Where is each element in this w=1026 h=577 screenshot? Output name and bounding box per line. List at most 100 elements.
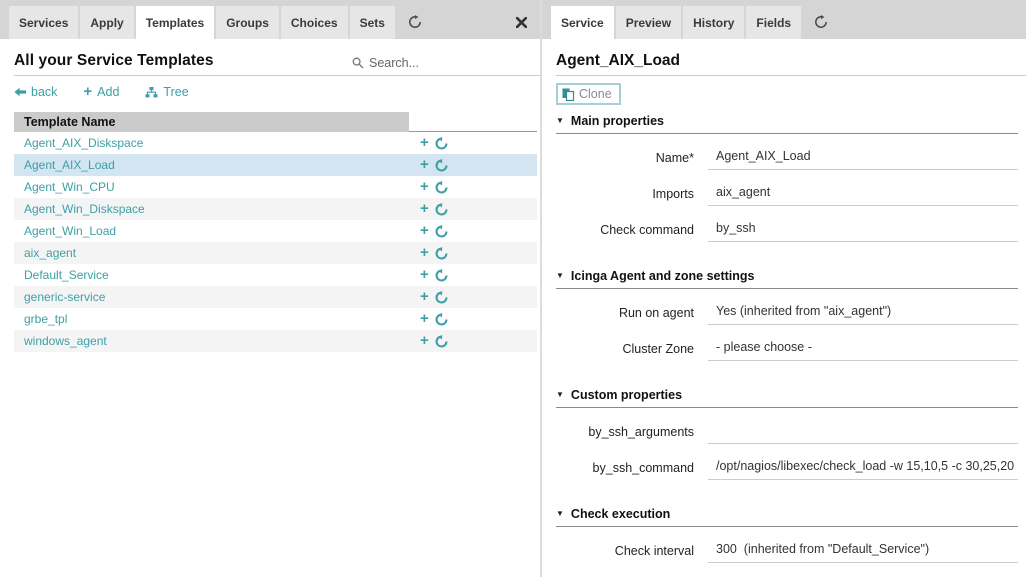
history-icon[interactable] [435,291,448,304]
row-actions: + [409,247,448,260]
run-on-agent-select[interactable]: Yes (inherited from "aix_agent") [708,300,1018,325]
check-interval-input[interactable]: 300 (inherited from "Default_Service") [708,538,1018,563]
template-link[interactable]: Agent_AIX_Diskspace [14,136,409,150]
template-link[interactable]: Agent_Win_CPU [14,180,409,194]
detail-content: Agent_AIX_Load Clone ▼ Main properties N… [542,52,1026,563]
imports-input[interactable]: aix_agent [708,181,1018,206]
history-icon[interactable] [435,247,448,260]
left-tabbar: Services Apply Templates Groups Choices … [0,0,540,39]
page-title: All your Service Templates [14,52,214,70]
template-link[interactable]: aix_agent [14,246,409,260]
add-icon[interactable]: + [420,159,429,171]
chevron-down-icon: ▼ [556,391,564,399]
table-row: Default_Service + [14,264,537,286]
tab-apply[interactable]: Apply [80,6,133,39]
back-label: back [31,85,57,99]
add-icon[interactable]: + [420,313,429,325]
close-icon[interactable] [516,17,527,28]
field-label: Cluster Zone [556,342,708,356]
section-header[interactable]: ▼ Icinga Agent and zone settings [556,269,1018,289]
clone-label: Clone [579,87,612,101]
add-icon[interactable]: + [420,137,429,149]
clone-button[interactable]: Clone [556,83,621,105]
row-actions: + [409,159,448,172]
tab-history[interactable]: History [683,6,744,39]
tab-choices[interactable]: Choices [281,6,348,39]
add-icon[interactable]: + [420,203,429,215]
row-actions: + [409,269,448,282]
tab-service[interactable]: Service [551,6,614,39]
search-box [352,56,540,70]
tab-fields[interactable]: Fields [746,6,801,39]
template-link[interactable]: grbe_tpl [14,312,409,326]
row-actions: + [409,225,448,238]
by-ssh-command-input[interactable]: /opt/nagios/libexec/check_load -w 15,10,… [708,455,1018,480]
template-link[interactable]: windows_agent [14,334,409,348]
template-link[interactable]: Agent_Win_Load [14,224,409,238]
tree-icon [145,87,158,98]
history-icon[interactable] [435,313,448,326]
table-row: Agent_AIX_Diskspace + [14,132,537,154]
table-row: Agent_Win_Load + [14,220,537,242]
by-ssh-arguments-input[interactable] [708,419,1018,444]
template-link[interactable]: Agent_AIX_Load [14,158,409,172]
tab-preview[interactable]: Preview [616,6,681,39]
refresh-icon[interactable] [814,15,828,29]
field-label: Name* [556,151,708,165]
object-title: Agent_AIX_Load [556,52,1026,76]
add-icon[interactable]: + [420,225,429,237]
service-template-detail-panel: Service Preview History Fields Agent_AIX… [540,0,1026,577]
add-icon[interactable]: + [420,269,429,281]
add-link[interactable]: + Add [83,85,119,99]
section-title: Check execution [571,507,670,521]
field-imports: Imports aix_agent [556,181,1018,206]
section-header[interactable]: ▼ Main properties [556,114,1018,134]
search-input[interactable] [369,56,531,70]
row-actions: + [409,313,448,326]
history-icon[interactable] [435,335,448,348]
history-icon[interactable] [435,203,448,216]
section-agent-zone-settings: ▼ Icinga Agent and zone settings Run on … [556,269,1018,361]
history-icon[interactable] [435,225,448,238]
history-icon[interactable] [435,269,448,282]
service-templates-panel: Services Apply Templates Groups Choices … [0,0,540,577]
tree-link[interactable]: Tree [145,85,188,99]
table-row: generic-service + [14,286,537,308]
cluster-zone-select[interactable]: - please choose - [708,336,1018,361]
object-actions: Clone [556,83,1018,105]
add-icon[interactable]: + [420,247,429,259]
tab-services[interactable]: Services [9,6,78,39]
table-row: Agent_Win_CPU + [14,176,537,198]
tab-templates[interactable]: Templates [136,6,214,39]
section-header[interactable]: ▼ Check execution [556,507,1018,527]
field-name: Name* Agent_AIX_Load [556,145,1018,170]
row-actions: + [409,335,448,348]
field-check-command: Check command by_ssh [556,217,1018,242]
template-link[interactable]: Default_Service [14,268,409,282]
template-link[interactable]: generic-service [14,290,409,304]
section-custom-properties: ▼ Custom properties by_ssh_arguments by_… [556,388,1018,480]
tab-groups[interactable]: Groups [216,6,279,39]
section-main-properties: ▼ Main properties Name* Agent_AIX_Load I… [556,114,1018,242]
check-command-input[interactable]: by_ssh [708,217,1018,242]
field-label: by_ssh_arguments [556,425,708,439]
tab-sets[interactable]: Sets [350,6,395,39]
name-input[interactable]: Agent_AIX_Load [708,145,1018,170]
section-header[interactable]: ▼ Custom properties [556,388,1018,408]
template-link[interactable]: Agent_Win_Diskspace [14,202,409,216]
field-by-ssh-arguments: by_ssh_arguments [556,419,1018,444]
add-icon[interactable]: + [420,181,429,193]
list-actions: back + Add Tree [14,85,526,99]
add-icon[interactable]: + [420,335,429,347]
refresh-icon[interactable] [408,15,422,29]
back-link[interactable]: back [14,85,57,99]
history-icon[interactable] [435,137,448,150]
table-row-selected: Agent_AIX_Load + [14,154,537,176]
field-label: Imports [556,187,708,201]
chevron-down-icon: ▼ [556,117,564,125]
add-icon[interactable]: + [420,291,429,303]
history-icon[interactable] [435,181,448,194]
row-actions: + [409,181,448,194]
history-icon[interactable] [435,159,448,172]
chevron-down-icon: ▼ [556,272,564,280]
